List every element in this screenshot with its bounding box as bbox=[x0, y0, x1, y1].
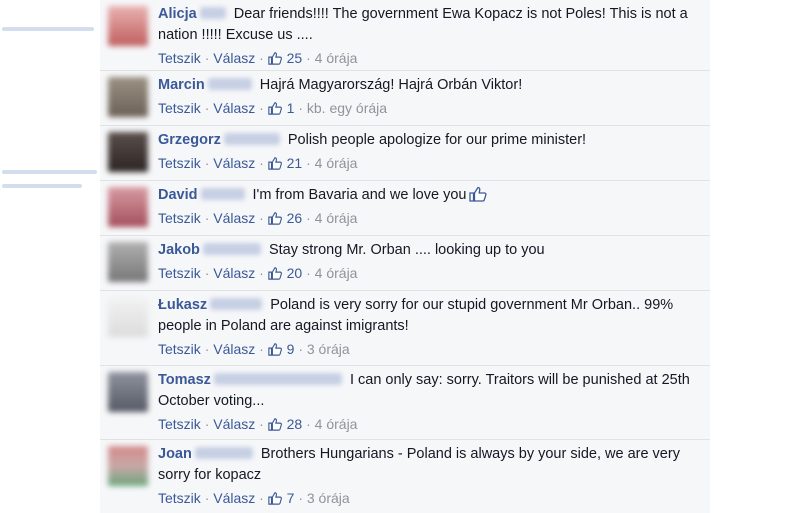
comment-actions: Tetszik · Válasz · 26 · 4 órája bbox=[158, 210, 358, 226]
like-count[interactable]: 28 bbox=[287, 416, 303, 432]
thumbs-up-icon bbox=[268, 157, 282, 170]
comment-body: Łukasz Poland is very sorry for our stup… bbox=[158, 295, 698, 359]
comment-actions: Tetszik · Válasz · 25 · 4 órája bbox=[158, 50, 358, 66]
avatar[interactable] bbox=[108, 446, 148, 486]
redacted-surname bbox=[210, 298, 263, 310]
avatar[interactable] bbox=[108, 372, 148, 412]
comment-actions: Tetszik · Válasz · 28 · 4 órája bbox=[158, 416, 358, 432]
comment-actions: Tetszik · Válasz · 7 · 3 órája bbox=[158, 490, 350, 506]
comment-text: Dear friends!!!! The government Ewa Kopa… bbox=[158, 6, 688, 43]
reply-link[interactable]: Válasz bbox=[213, 416, 255, 432]
comment-body: Tomasz I can only say: sorry. Traitors w… bbox=[158, 370, 698, 434]
like-link[interactable]: Tetszik bbox=[158, 416, 201, 432]
comment-body: Alicja Dear friends!!!! The government E… bbox=[158, 4, 698, 68]
comment-text: Polish people apologize for our prime mi… bbox=[287, 132, 587, 148]
avatar[interactable] bbox=[108, 77, 148, 117]
commenter-name[interactable]: Grzegorz bbox=[158, 132, 221, 148]
commenter-name[interactable]: Jakob bbox=[158, 242, 200, 258]
comment-text: Hajrá Magyarország! Hajrá Orbán Viktor! bbox=[259, 77, 523, 93]
redacted-surname bbox=[207, 78, 252, 90]
comment-item: Łukasz Poland is very sorry for our stup… bbox=[100, 291, 710, 366]
like-link[interactable]: Tetszik bbox=[158, 50, 201, 66]
timestamp[interactable]: 4 órája bbox=[315, 210, 358, 226]
thumbs-up-icon bbox=[268, 212, 282, 225]
comment-actions: Tetszik · Válasz · 20 · 4 órája bbox=[158, 265, 358, 281]
comment-item: Tomasz I can only say: sorry. Traitors w… bbox=[100, 366, 710, 440]
like-count[interactable]: 20 bbox=[287, 265, 303, 281]
comment-item: Marcin Hajrá Magyarország! Hajrá Orbán V… bbox=[100, 71, 710, 126]
like-link[interactable]: Tetszik bbox=[158, 265, 201, 281]
comment-body: David I'm from Bavaria and we love you T… bbox=[158, 185, 698, 228]
like-link[interactable]: Tetszik bbox=[158, 490, 201, 506]
comment-actions: Tetszik · Válasz · 1 · kb. egy órája bbox=[158, 100, 388, 116]
like-count[interactable]: 25 bbox=[287, 50, 303, 66]
timestamp[interactable]: kb. egy órája bbox=[307, 100, 387, 116]
timestamp[interactable]: 4 órája bbox=[315, 50, 358, 66]
comment-body: Grzegorz Polish people apologize for our… bbox=[158, 130, 698, 173]
comment-item: Joan Brothers Hungarians - Poland is alw… bbox=[100, 440, 710, 513]
reply-link[interactable]: Válasz bbox=[213, 100, 255, 116]
timestamp[interactable]: 4 órája bbox=[315, 416, 358, 432]
avatar[interactable] bbox=[108, 242, 148, 282]
thumbs-up-icon bbox=[268, 102, 282, 115]
like-count[interactable]: 7 bbox=[287, 490, 295, 506]
avatar[interactable] bbox=[108, 187, 148, 227]
redacted-surname bbox=[199, 7, 226, 19]
reply-link[interactable]: Válasz bbox=[213, 50, 255, 66]
thumbs-up-icon bbox=[268, 52, 282, 65]
reply-link[interactable]: Válasz bbox=[213, 265, 255, 281]
like-count[interactable]: 26 bbox=[287, 210, 303, 226]
thumbs-up-icon bbox=[268, 267, 282, 280]
thumbs-up-icon bbox=[469, 186, 488, 202]
like-count[interactable]: 1 bbox=[287, 100, 295, 116]
timestamp[interactable]: 3 órája bbox=[307, 490, 350, 506]
like-count[interactable]: 9 bbox=[287, 341, 295, 357]
reply-link[interactable]: Válasz bbox=[213, 490, 255, 506]
redacted-surname bbox=[213, 373, 342, 385]
commenter-name[interactable]: David bbox=[158, 187, 198, 203]
redacted-surname bbox=[200, 188, 245, 200]
commenter-name[interactable]: Alicja bbox=[158, 6, 197, 22]
reply-link[interactable]: Válasz bbox=[213, 341, 255, 357]
comment-text: I'm from Bavaria and we love you bbox=[252, 187, 467, 203]
reply-link[interactable]: Válasz bbox=[213, 210, 255, 226]
reply-link[interactable]: Válasz bbox=[213, 155, 255, 171]
comment-item: Alicja Dear friends!!!! The government E… bbox=[100, 0, 710, 71]
like-count[interactable]: 21 bbox=[287, 155, 303, 171]
comment-actions: Tetszik · Válasz · 9 · 3 órája bbox=[158, 341, 350, 357]
avatar[interactable] bbox=[108, 297, 148, 337]
thumbs-up-icon bbox=[268, 343, 282, 356]
comment-text: Stay strong Mr. Orban .... looking up to… bbox=[268, 242, 545, 258]
comment-item: Jakob Stay strong Mr. Orban .... looking… bbox=[100, 236, 710, 291]
comment-body: Joan Brothers Hungarians - Poland is alw… bbox=[158, 444, 698, 508]
comment-body: Jakob Stay strong Mr. Orban .... looking… bbox=[158, 240, 698, 283]
timestamp[interactable]: 4 órája bbox=[315, 155, 358, 171]
redacted-surname bbox=[202, 243, 261, 255]
commenter-name[interactable]: Łukasz bbox=[158, 297, 207, 313]
like-link[interactable]: Tetszik bbox=[158, 210, 201, 226]
comments-list: Alicja Dear friends!!!! The government E… bbox=[100, 0, 710, 513]
commenter-name[interactable]: Tomasz bbox=[158, 372, 211, 388]
timestamp[interactable]: 3 órája bbox=[307, 341, 350, 357]
avatar[interactable] bbox=[108, 132, 148, 172]
redacted-surname bbox=[223, 133, 280, 145]
avatar[interactable] bbox=[108, 6, 148, 46]
commenter-name[interactable]: Joan bbox=[158, 446, 192, 462]
thumbs-up-icon bbox=[268, 418, 282, 431]
like-link[interactable]: Tetszik bbox=[158, 155, 201, 171]
like-link[interactable]: Tetszik bbox=[158, 341, 201, 357]
comment-item: Grzegorz Polish people apologize for our… bbox=[100, 126, 710, 181]
comment-body: Marcin Hajrá Magyarország! Hajrá Orbán V… bbox=[158, 75, 698, 118]
comment-actions: Tetszik · Válasz · 21 · 4 órája bbox=[158, 155, 358, 171]
thumbs-up-icon bbox=[268, 492, 282, 505]
comment-item: David I'm from Bavaria and we love you T… bbox=[100, 181, 710, 236]
timestamp[interactable]: 4 órája bbox=[315, 265, 358, 281]
like-link[interactable]: Tetszik bbox=[158, 100, 201, 116]
commenter-name[interactable]: Marcin bbox=[158, 77, 205, 93]
background-page-fragment bbox=[0, 0, 100, 513]
redacted-surname bbox=[194, 447, 253, 459]
